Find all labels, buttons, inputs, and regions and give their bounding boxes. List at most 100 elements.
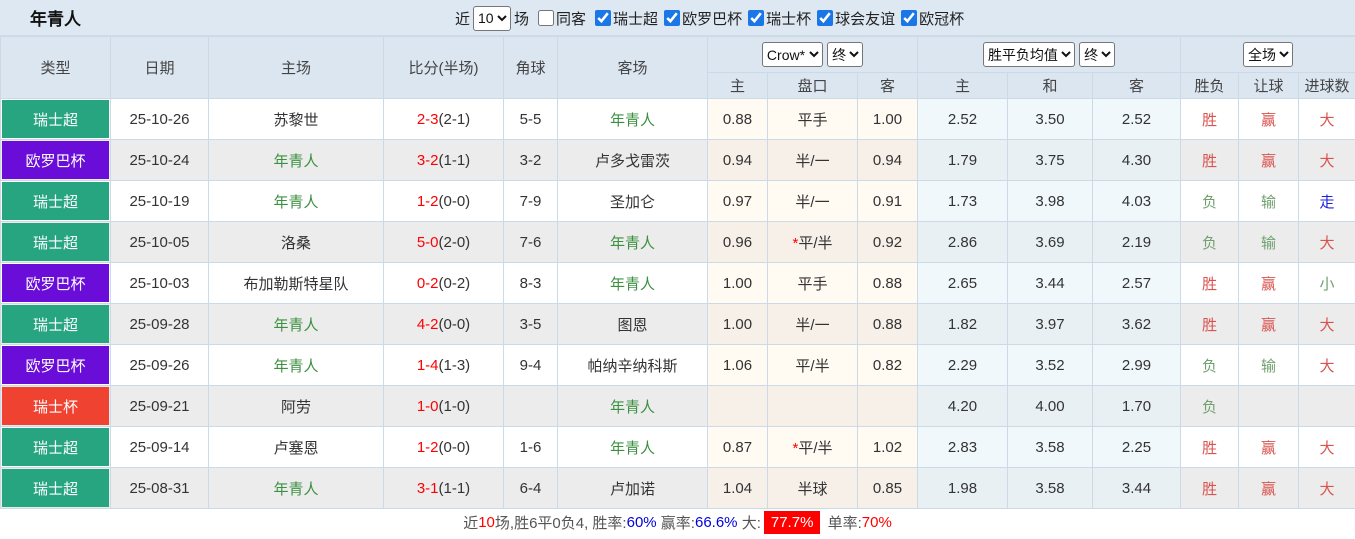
corner-cell: 6-4 <box>503 467 558 509</box>
asia-away-odds-cell: 0.92 <box>856 221 919 263</box>
single-rate-label: 单率: <box>823 515 862 532</box>
away-team-cell[interactable]: 年青人 <box>557 385 708 427</box>
match-row: 瑞士杯 25-09-21 阿劳 1-0(1-0) 年青人 4.20 4.00 1… <box>0 385 1355 427</box>
goals-result-cell: 大 <box>1298 426 1355 468</box>
europe-type-select[interactable]: 胜平负均值 <box>982 42 1075 67</box>
goals-result-cell: 大 <box>1298 221 1355 263</box>
handicap-result-cell <box>1238 385 1300 427</box>
league-badge: 瑞士超 <box>2 428 109 466</box>
league-checkbox-label: 瑞士超 <box>613 10 659 28</box>
win-lose-result-cell: 负 <box>1180 221 1240 263</box>
home-team-cell[interactable]: 卢塞恩 <box>208 426 384 468</box>
europe-time-select[interactable]: 终 <box>1079 42 1116 67</box>
home-team-cell[interactable]: 年青人 <box>208 139 384 181</box>
recent-count-select[interactable]: 10 <box>473 5 512 31</box>
europe-home-odds-cell: 2.52 <box>917 98 1009 140</box>
asia-home-odds-cell: 0.94 <box>707 139 768 181</box>
asia-home-odds-cell: 0.88 <box>707 98 768 140</box>
league-badge: 欧罗巴杯 <box>2 346 109 384</box>
home-team-cell[interactable]: 年青人 <box>208 467 384 509</box>
league-checkbox[interactable] <box>595 10 612 26</box>
europe-home-odds-cell: 1.79 <box>917 139 1009 181</box>
corner-cell: 7-9 <box>503 180 558 222</box>
goals-result-cell <box>1298 385 1355 427</box>
col-header-away: 客场 <box>557 36 708 99</box>
odds-company-select[interactable]: Crow* <box>761 42 823 67</box>
sub-header-europe-draw: 和 <box>1007 72 1094 99</box>
league-checkbox[interactable] <box>664 10 681 26</box>
filter-controls: 近 10 场 同客 瑞士超 欧罗巴杯 瑞士杯 球会友谊 欧冠杯 <box>455 0 967 36</box>
handicap-rate-label: 赢率: <box>656 515 695 532</box>
date-cell: 25-09-26 <box>110 344 209 386</box>
win-lose-result-cell: 胜 <box>1180 303 1240 345</box>
sub-header-asia-away: 客 <box>856 72 919 99</box>
handicap-result-cell: 赢 <box>1238 98 1300 140</box>
win-lose-result-cell: 胜 <box>1180 467 1240 509</box>
europe-home-odds-cell: 2.86 <box>917 221 1009 263</box>
europe-away-odds-cell: 2.19 <box>1092 221 1182 263</box>
col-header-home: 主场 <box>208 36 384 99</box>
league-checkbox[interactable] <box>901 10 918 26</box>
asia-away-odds-cell: 0.88 <box>856 303 919 345</box>
handicap-cell <box>767 385 858 427</box>
away-team-cell[interactable]: 卢多戈雷茨 <box>557 139 708 181</box>
league-type-cell: 瑞士超 <box>0 98 111 140</box>
away-team-cell[interactable]: 圣加仑 <box>557 180 708 222</box>
away-team-cell[interactable]: 图恩 <box>557 303 708 345</box>
score-cell: 1-0(1-0) <box>383 385 504 427</box>
match-row: 欧罗巴杯 25-10-03 布加勒斯特星队 0-2(0-2) 8-3 年青人 1… <box>0 262 1355 304</box>
match-row: 瑞士超 25-10-26 苏黎世 2-3(2-1) 5-5 年青人 0.88 平… <box>0 98 1355 140</box>
europe-away-odds-cell: 2.57 <box>1092 262 1182 304</box>
date-cell: 25-10-24 <box>110 139 209 181</box>
league-checkbox[interactable] <box>817 10 834 26</box>
league-type-cell: 瑞士超 <box>0 180 111 222</box>
league-type-cell: 瑞士杯 <box>0 385 111 427</box>
asia-away-odds-cell <box>856 385 919 427</box>
match-row: 瑞士超 25-10-05 洛桑 5-0(2-0) 7-6 年青人 0.96 *平… <box>0 221 1355 263</box>
europe-away-odds-cell: 3.62 <box>1092 303 1182 345</box>
goals-result-cell: 大 <box>1298 98 1355 140</box>
home-team-cell[interactable]: 年青人 <box>208 180 384 222</box>
scope-select[interactable]: 全场 <box>1243 42 1294 67</box>
date-cell: 25-10-26 <box>110 98 209 140</box>
score-cell: 4-2(0-0) <box>383 303 504 345</box>
same-venue-checkbox[interactable] <box>538 10 555 26</box>
asia-home-odds-cell: 1.00 <box>707 303 768 345</box>
league-badge: 瑞士杯 <box>2 387 109 425</box>
handicap-rate-value: 66.6% <box>694 514 738 531</box>
league-filters: 瑞士超 欧罗巴杯 瑞士杯 球会友谊 欧冠杯 <box>589 8 964 29</box>
home-team-cell[interactable]: 阿劳 <box>208 385 384 427</box>
date-cell: 25-09-21 <box>110 385 209 427</box>
home-team-cell[interactable]: 布加勒斯特星队 <box>208 262 384 304</box>
page-title: 年青人 <box>30 10 81 29</box>
date-cell: 25-08-31 <box>110 467 209 509</box>
match-row: 瑞士超 25-08-31 年青人 3-1(1-1) 6-4 卢加诺 1.04 半… <box>0 467 1355 509</box>
goals-result-cell: 大 <box>1298 139 1355 181</box>
home-team-cell[interactable]: 洛桑 <box>208 221 384 263</box>
league-type-cell: 瑞士超 <box>0 467 111 509</box>
asia-time-select[interactable]: 终 <box>827 42 864 67</box>
corner-cell: 3-5 <box>503 303 558 345</box>
date-cell: 25-09-28 <box>110 303 209 345</box>
away-team-cell[interactable]: 年青人 <box>557 262 708 304</box>
home-team-cell[interactable]: 年青人 <box>208 303 384 345</box>
league-type-cell: 瑞士超 <box>0 426 111 468</box>
europe-draw-odds-cell: 3.98 <box>1007 180 1094 222</box>
home-team-cell[interactable]: 苏黎世 <box>208 98 384 140</box>
europe-home-odds-cell: 4.20 <box>917 385 1009 427</box>
away-team-cell[interactable]: 年青人 <box>557 221 708 263</box>
asia-away-odds-cell: 0.85 <box>856 467 919 509</box>
away-team-cell[interactable]: 年青人 <box>557 98 708 140</box>
league-checkbox[interactable] <box>748 10 765 26</box>
win-lose-result-cell: 胜 <box>1180 262 1240 304</box>
league-checkbox-label: 球会友谊 <box>835 10 896 28</box>
away-team-cell[interactable]: 卢加诺 <box>557 467 708 509</box>
away-team-cell[interactable]: 年青人 <box>557 426 708 468</box>
win-rate-value: 60% <box>626 514 657 531</box>
sub-header-asia-home: 主 <box>707 72 768 99</box>
league-type-cell: 欧罗巴杯 <box>0 262 111 304</box>
league-badge: 瑞士超 <box>2 469 109 507</box>
league-checkbox-label: 欧冠杯 <box>919 10 965 28</box>
away-team-cell[interactable]: 帕纳辛纳科斯 <box>557 344 708 386</box>
home-team-cell[interactable]: 年青人 <box>208 344 384 386</box>
